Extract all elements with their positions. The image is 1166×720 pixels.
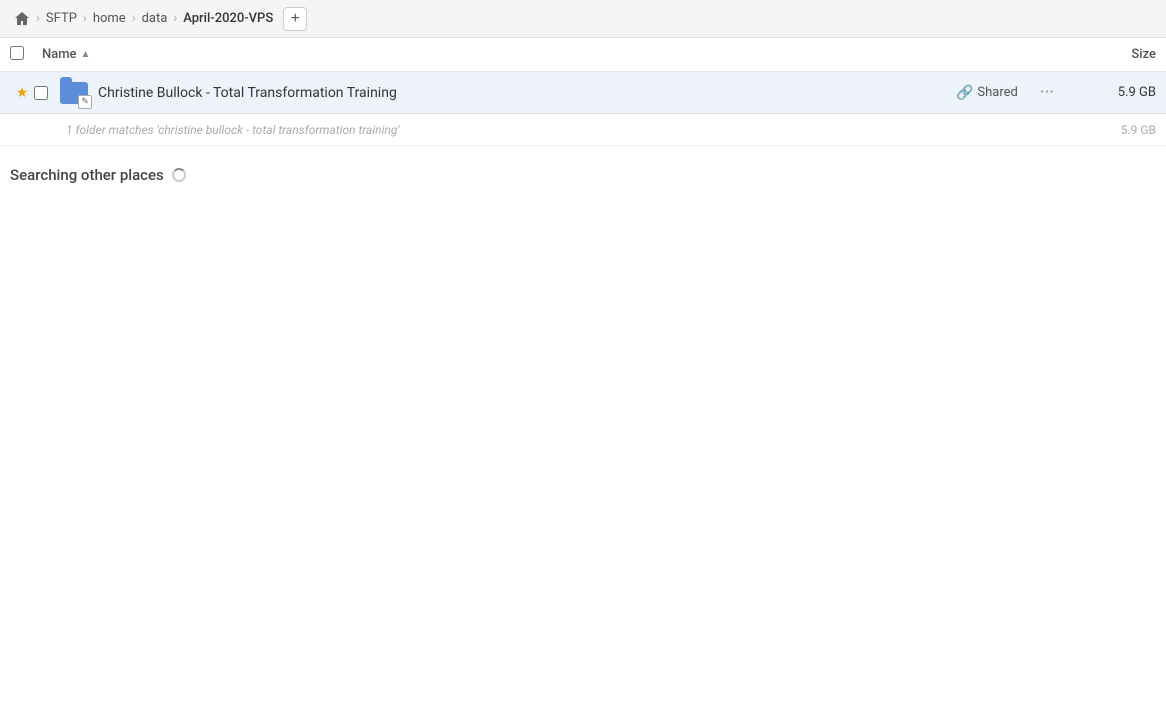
folder-icon-container: ✎	[58, 77, 90, 109]
breadcrumb-separator-3: ›	[173, 11, 177, 26]
row-checkbox-container[interactable]	[34, 86, 58, 100]
size-column-header[interactable]: Size	[1056, 47, 1156, 62]
star-icon[interactable]: ★	[10, 85, 34, 101]
table-row[interactable]: ★ ✎ Christine Bullock - Total Transforma…	[0, 72, 1166, 114]
select-all-checkbox-container[interactable]	[10, 46, 42, 64]
folder-badge-icon: ✎	[78, 95, 92, 109]
searching-heading: Searching other places	[10, 166, 1156, 184]
link-icon: 🔗	[956, 85, 973, 101]
searching-section: Searching other places	[0, 146, 1166, 194]
more-options-button[interactable]: ···	[1034, 80, 1060, 105]
breadcrumb-sftp[interactable]: SFTP	[42, 9, 81, 28]
file-name: Christine Bullock - Total Transformation…	[98, 85, 956, 101]
sort-arrow-icon: ▲	[81, 49, 91, 60]
loading-spinner	[172, 168, 186, 182]
breadcrumb-home-dir[interactable]: home	[89, 9, 130, 28]
toolbar: › SFTP › home › data › April-2020-VPS +	[0, 0, 1166, 38]
row-checkbox[interactable]	[34, 86, 48, 100]
match-info-size: 5.9 GB	[1076, 123, 1156, 137]
home-icon	[14, 11, 30, 27]
breadcrumb-data[interactable]: data	[138, 9, 172, 28]
size-column-label: Size	[1131, 47, 1156, 62]
breadcrumb-april-vps[interactable]: April-2020-VPS	[179, 9, 277, 28]
shared-badge: 🔗 Shared	[956, 85, 1018, 101]
add-location-button[interactable]: +	[283, 7, 307, 31]
match-info-row: 1 folder matches 'christine bullock - to…	[0, 114, 1166, 146]
shared-label: Shared	[977, 85, 1017, 100]
name-column-label: Name	[42, 47, 77, 62]
breadcrumb-separator-1: ›	[83, 11, 87, 26]
match-info-text: 1 folder matches 'christine bullock - to…	[66, 123, 1076, 137]
breadcrumb-separator-0: ›	[36, 11, 40, 26]
column-headers: Name ▲ Size	[0, 38, 1166, 72]
breadcrumb-home[interactable]	[10, 9, 34, 29]
breadcrumb-separator-2: ›	[132, 11, 136, 26]
name-column-header[interactable]: Name ▲	[42, 47, 1056, 62]
select-all-checkbox[interactable]	[10, 46, 24, 60]
searching-label: Searching other places	[10, 166, 164, 184]
file-size: 5.9 GB	[1076, 85, 1156, 100]
